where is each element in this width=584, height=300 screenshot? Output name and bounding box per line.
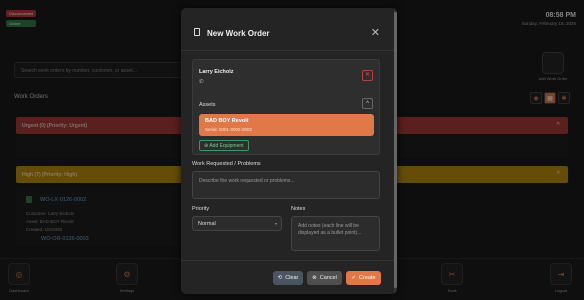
remove-customer-button[interactable]: ✕ (362, 70, 373, 81)
priority-select[interactable]: Normal ▾ (192, 216, 282, 231)
priority-value: Normal (198, 221, 216, 227)
close-icon[interactable]: ✕ (371, 26, 380, 39)
modal-title: New Work Order (207, 29, 270, 38)
selected-customer-panel: Larry Eicholz ✆ ✕ Assets ^ BAD BOY Revol… (192, 59, 380, 155)
cancel-button[interactable]: ⊗ Cancel (307, 271, 342, 285)
phone-icon: ✆ (199, 79, 204, 85)
clear-button[interactable]: ⟲ Clear (273, 271, 303, 285)
check-circle-icon: ✓ (351, 275, 357, 281)
scrollbar-thumb[interactable] (394, 12, 397, 288)
add-equipment-button[interactable]: ⊕ Add Equipment (199, 140, 249, 151)
notes-label: Notes (291, 206, 306, 212)
app-background: Disconnected Online 08:58 PM Sunday, Feb… (0, 0, 584, 300)
clipboard-icon (194, 28, 200, 36)
collapse-assets-button[interactable]: ^ (362, 98, 373, 109)
modal-header: New Work Order ✕ (181, 8, 397, 51)
work-requested-textarea[interactable]: Describe the work requested or problems.… (192, 171, 380, 199)
reset-icon: ⟲ (277, 275, 283, 281)
modal-footer: ⟲ Clear ⊗ Cancel ✓ Create (181, 260, 397, 294)
customer-name: Larry Eicholz (199, 69, 234, 75)
assets-label: Assets (199, 102, 216, 108)
priority-label: Priority (192, 206, 210, 212)
asset-card[interactable]: BAD BOY Revolt Serial: 0001-0002-0002 (199, 114, 374, 136)
create-button[interactable]: ✓ Create (346, 271, 381, 285)
new-work-order-modal: New Work Order ✕ Larry Eicholz ✆ ✕ Asset… (181, 8, 397, 294)
asset-serial: Serial: 0001-0002-0002 (205, 127, 253, 132)
asset-name: BAD BOY Revolt (205, 118, 249, 124)
plus-circle-icon: ⊕ (204, 143, 209, 149)
chevron-down-icon: ▾ (274, 221, 277, 226)
cancel-icon: ⊗ (312, 275, 317, 281)
work-requested-label: Work Requested / Problems (192, 161, 261, 167)
cancel-label: Cancel (319, 275, 337, 281)
notes-textarea[interactable]: Add notes (each line will be displayed a… (291, 216, 380, 251)
add-equipment-label: Add Equipment (209, 143, 244, 149)
clear-label: Clear (285, 275, 299, 281)
modal-scrollbar[interactable] (394, 8, 397, 294)
create-label: Create (359, 275, 376, 281)
